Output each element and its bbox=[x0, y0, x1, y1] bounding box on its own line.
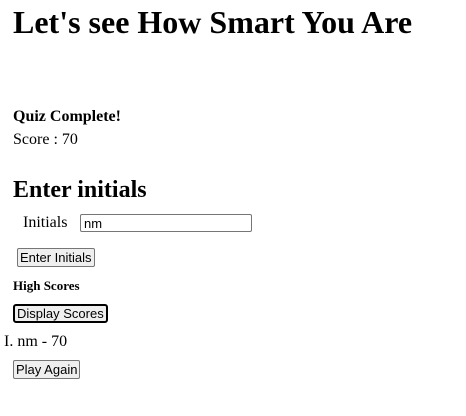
score-separator: : bbox=[49, 131, 62, 148]
page-title: Let's see How Smart You Are bbox=[13, 4, 413, 40]
score-value: 70 bbox=[61, 131, 78, 148]
display-scores-button[interactable]: Display Scores bbox=[13, 304, 108, 323]
high-score-list: I. nm - 70 bbox=[4, 333, 67, 351]
enter-initials-heading: Enter initials bbox=[13, 177, 147, 203]
quiz-complete-heading: Quiz Complete! bbox=[13, 108, 121, 125]
high-score-marker: I. bbox=[4, 333, 14, 350]
score-line: Score : 70 bbox=[13, 131, 78, 149]
initials-input[interactable] bbox=[80, 214, 252, 232]
high-score-entry: I. nm - 70 bbox=[4, 333, 67, 351]
play-again-button[interactable]: Play Again bbox=[13, 360, 81, 379]
enter-initials-button[interactable]: Enter Initials bbox=[17, 248, 95, 267]
initials-label: Initials bbox=[23, 214, 68, 231]
high-score-text: nm - 70 bbox=[17, 333, 68, 350]
score-label: Score bbox=[13, 131, 50, 148]
high-scores-heading: High Scores bbox=[13, 278, 80, 293]
